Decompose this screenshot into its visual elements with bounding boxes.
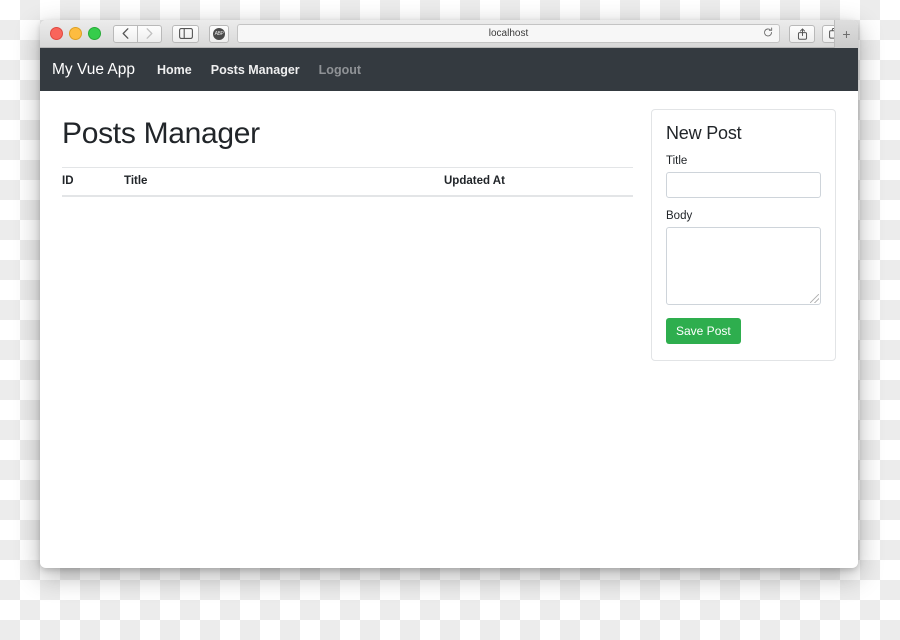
column-header-updated-at[interactable]: Updated At [444,167,633,197]
sidebar-toggle-button[interactable] [172,24,199,43]
sidebar-icon [178,28,193,39]
chevron-left-icon [122,28,129,39]
title-field-label: Title [666,155,688,167]
posts-table: ID Title Updated At [62,167,633,197]
column-header-id[interactable]: ID [62,167,124,197]
reader-icon: ABP [213,27,225,40]
page-viewport: My Vue App Home Posts Manager Logout Pos… [40,48,858,567]
body-textarea[interactable] [666,227,821,305]
share-button[interactable] [789,24,815,43]
title-input[interactable] [666,172,821,198]
new-tab-button[interactable]: + [834,20,858,48]
nav-link-home[interactable]: Home [157,63,192,77]
address-bar[interactable]: localhost [237,24,780,43]
close-window-button[interactable] [50,27,63,40]
app-navbar: My Vue App Home Posts Manager Logout [40,48,858,91]
new-post-card: New Post Title Body Save Post [651,109,836,361]
navbar-links: Home Posts Manager Logout [157,63,361,77]
url-text: localhost [488,28,529,39]
reload-icon [764,27,773,36]
window-controls [50,27,101,40]
reload-button[interactable] [763,27,773,40]
navbar-brand[interactable]: My Vue App [52,61,135,79]
back-button[interactable] [113,24,138,43]
body-textarea-wrapper [666,227,821,305]
nav-link-logout[interactable]: Logout [319,63,361,77]
page-content: Posts Manager ID Title Updated At New Po… [40,91,858,361]
browser-window: ABP localhost + My Vue App Home Posts Ma… [40,20,858,568]
forward-button[interactable] [137,24,162,43]
content-blocker-button[interactable]: ABP [209,24,229,43]
chevron-right-icon [146,28,153,39]
share-icon [797,27,807,40]
new-post-column: New Post Title Body Save Post [651,109,836,361]
body-field-label: Body [666,210,693,222]
posts-table-head: ID Title Updated At [62,167,633,197]
browser-toolbar: ABP localhost + [40,20,858,48]
new-post-title: New Post [666,123,742,143]
page-title: Posts Manager [62,117,260,150]
save-post-button[interactable]: Save Post [666,318,741,344]
column-header-title[interactable]: Title [124,167,444,197]
minimize-window-button[interactable] [69,27,82,40]
table-header-row: ID Title Updated At [62,167,633,197]
navigation-buttons [113,24,162,43]
posts-column: Posts Manager ID Title Updated At [62,109,633,361]
nav-link-posts-manager[interactable]: Posts Manager [211,63,300,77]
maximize-window-button[interactable] [88,27,101,40]
